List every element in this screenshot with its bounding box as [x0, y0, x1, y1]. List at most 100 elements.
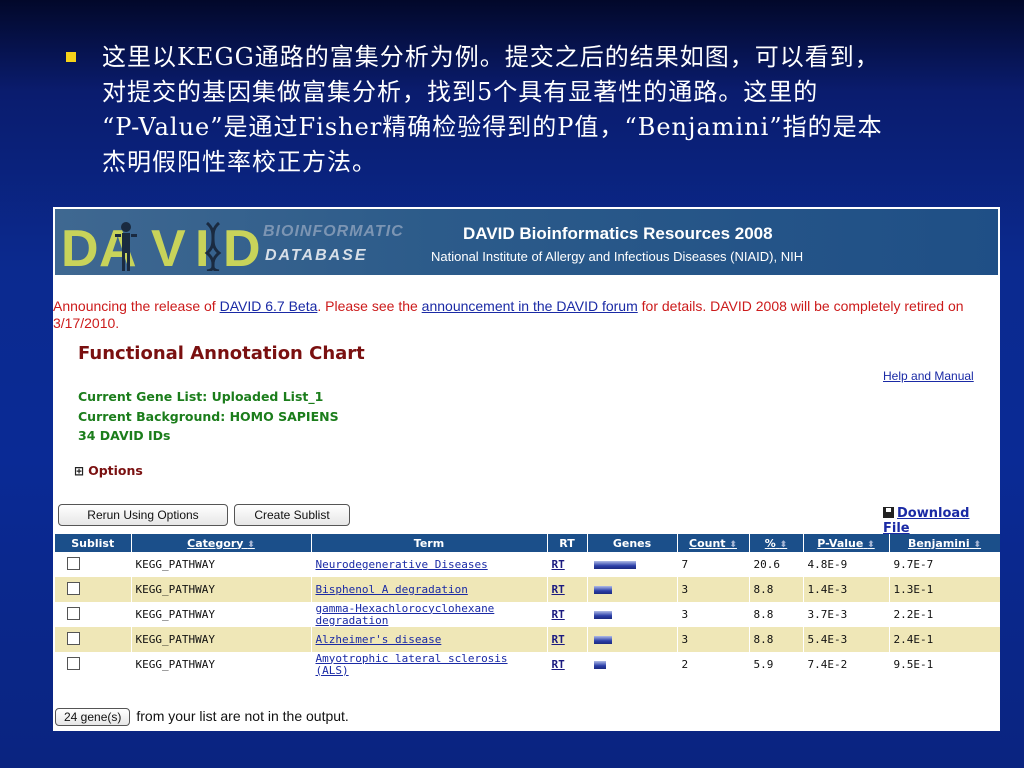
rerun-options-button[interactable]: Rerun Using Options — [58, 504, 228, 526]
david-id-count: 34 DAVID IDs — [78, 428, 171, 443]
row-checkbox[interactable] — [67, 656, 80, 670]
row-pvalue: 5.4E-3 — [803, 627, 890, 652]
slide-text-block: 这里以KEGG通路的富集分析为例。提交之后的结果如图，可以看到， 对提交的基因集… — [66, 40, 986, 180]
row-rt-link[interactable]: RT — [552, 608, 565, 621]
slide-line-2: 对提交的基因集做富集分析，找到5个具有显著性的通路。这里的 — [102, 78, 819, 106]
row-checkbox-cell[interactable] — [55, 552, 132, 577]
col-percent[interactable]: % ⬍ — [749, 534, 804, 552]
row-genes-bar[interactable] — [593, 636, 612, 644]
logo-letter-d2: D — [223, 220, 261, 278]
row-benjamini: 2.2E-1 — [889, 602, 1000, 627]
row-benjamini: 1.3E-1 — [889, 577, 1000, 602]
row-checkbox-cell[interactable] — [55, 577, 132, 602]
row-term-link[interactable]: Neurodegenerative Diseases — [316, 558, 488, 571]
bioinformatic-text: BIOINFORMATIC — [263, 223, 404, 240]
row-count: 3 — [677, 602, 750, 627]
row-term-link[interactable]: Bisphenol A degradation — [316, 583, 468, 596]
row-percent: 8.8 — [749, 627, 804, 652]
row-genes-bar[interactable] — [593, 561, 636, 569]
row-count: 2 — [677, 652, 750, 677]
slide-line-1: 这里以KEGG通路的富集分析为例。提交之后的结果如图，可以看到， — [102, 43, 880, 71]
row-count: 3 — [677, 627, 750, 652]
options-toggle[interactable]: ⊞ Options — [74, 463, 143, 478]
row-count: 3 — [677, 577, 750, 602]
col-sublist: Sublist — [55, 534, 132, 552]
human-figure-icon — [115, 222, 137, 271]
row-rt-link[interactable]: RT — [552, 658, 565, 671]
row-rt-link[interactable]: RT — [552, 583, 565, 596]
table-row: KEGG_PATHWAY Neurodegenerative Diseases RT… — [55, 552, 1000, 577]
annotation-table: Sublist Category ⬍ Term RT Genes Count ⬍… — [55, 534, 1000, 677]
row-genes-bar[interactable] — [593, 661, 606, 669]
col-term: Term — [311, 534, 548, 552]
download-label: Download File — [883, 506, 970, 536]
forum-announcement-link[interactable]: announcement in the DAVID forum — [422, 298, 638, 314]
current-gene-list: Current Gene List: Uploaded List_1 — [78, 389, 324, 404]
footer-text: from your list are not in the output. — [136, 708, 349, 724]
row-percent: 8.8 — [749, 577, 804, 602]
sort-icon: ⬍ — [247, 539, 255, 550]
table-row: KEGG_PATHWAY Amyotrophic lateral sclerosi… — [55, 652, 1000, 677]
table-row: KEGG_PATHWAY gamma-Hexachlorocyclohexane … — [55, 602, 1000, 627]
row-genes-bar[interactable] — [593, 586, 612, 594]
row-count: 7 — [677, 552, 750, 577]
announce-text-1: Announcing the release of — [53, 298, 220, 314]
col-rt: RT — [547, 534, 588, 552]
announce-text-2: . Please see the — [317, 298, 422, 314]
footer-note: 24 gene(s) from your list are not in the … — [55, 708, 349, 726]
row-term-link[interactable]: Alzheimer's disease — [316, 633, 442, 646]
david-banner: D A V I D BIOINFORMATIC DATABASE DAVID B… — [55, 209, 998, 278]
table-row: KEGG_PATHWAY Bisphenol A degradation RT 3 8.… — [55, 577, 1000, 602]
col-pvalue[interactable]: P-Value ⬍ — [803, 534, 890, 552]
banner-subtitle: National Institute of Allergy and Infect… — [431, 249, 804, 264]
row-category: KEGG_PATHWAY — [131, 552, 312, 577]
col-benjamini[interactable]: Benjamini ⬍ — [889, 534, 1000, 552]
row-percent: 20.6 — [749, 552, 804, 577]
col-genes: Genes — [587, 534, 678, 552]
gene-list-info: Current Gene List: Uploaded List_1 Curre… — [78, 387, 339, 446]
row-pvalue: 7.4E-2 — [803, 652, 890, 677]
options-label: Options — [88, 463, 143, 478]
slide-line-4: 杰明假阳性率校正方法。 — [102, 148, 377, 176]
slide-line-3: “P-Value”是通过Fisher精确检验得到的P值，“Benjamini”指… — [102, 113, 883, 141]
expand-icon: ⊞ — [74, 464, 85, 478]
sort-icon: ⬍ — [729, 539, 737, 550]
row-checkbox-cell[interactable] — [55, 627, 132, 652]
floppy-disk-icon — [883, 507, 894, 518]
row-term-link[interactable]: Amyotrophic lateral sclerosis (ALS) — [316, 652, 508, 677]
create-sublist-button[interactable]: Create Sublist — [234, 504, 350, 526]
current-background: Current Background: HOMO SAPIENS — [78, 408, 339, 424]
row-rt-link[interactable]: RT — [552, 558, 565, 571]
david-screenshot-panel: D A V I D BIOINFORMATIC DATABASE DAVID B… — [53, 207, 1000, 731]
david-beta-link[interactable]: DAVID 6.7 Beta — [220, 298, 318, 314]
row-category: KEGG_PATHWAY — [131, 652, 312, 677]
row-pvalue: 3.7E-3 — [803, 602, 890, 627]
bullet-marker — [66, 52, 76, 62]
col-category[interactable]: Category ⬍ — [131, 534, 312, 552]
row-genes-bar[interactable] — [593, 611, 612, 619]
row-checkbox[interactable] — [67, 581, 80, 595]
row-term-link[interactable]: gamma-Hexachlorocyclohexane degradation — [316, 602, 495, 627]
row-checkbox-cell[interactable] — [55, 602, 132, 627]
row-checkbox[interactable] — [67, 631, 80, 645]
announcement: Announcing the release of DAVID 6.7 Beta… — [53, 298, 993, 332]
table-row: KEGG_PATHWAY Alzheimer's disease RT 3 8.8 5.4… — [55, 627, 1000, 652]
row-category: KEGG_PATHWAY — [131, 627, 312, 652]
row-checkbox[interactable] — [67, 556, 80, 570]
sort-icon: ⬍ — [867, 539, 875, 550]
col-count[interactable]: Count ⬍ — [677, 534, 750, 552]
logo-letter-v: V — [151, 220, 186, 278]
row-checkbox[interactable] — [67, 606, 80, 620]
download-file-link[interactable]: Download File — [883, 506, 1000, 536]
database-text: DATABASE — [265, 247, 368, 264]
dna-helix-icon — [204, 221, 222, 271]
row-pvalue: 1.4E-3 — [803, 577, 890, 602]
row-percent: 8.8 — [749, 602, 804, 627]
row-benjamini: 9.7E-7 — [889, 552, 1000, 577]
row-pvalue: 4.8E-9 — [803, 552, 890, 577]
missing-genes-button[interactable]: 24 gene(s) — [55, 708, 131, 726]
row-rt-link[interactable]: RT — [552, 633, 565, 646]
help-manual-link[interactable]: Help and Manual — [883, 369, 974, 383]
row-checkbox-cell[interactable] — [55, 652, 132, 677]
page-title: Functional Annotation Chart — [78, 343, 365, 364]
